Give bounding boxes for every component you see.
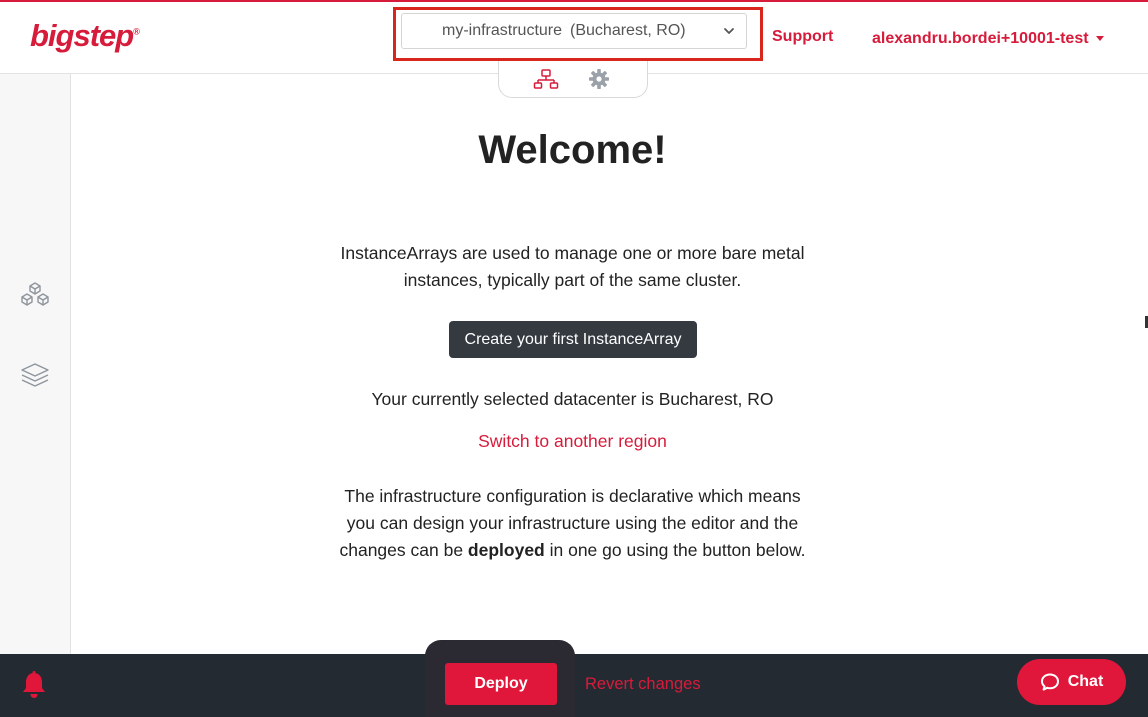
cubes-icon[interactable] bbox=[19, 279, 51, 311]
switch-region-link[interactable]: Switch to another region bbox=[71, 431, 1074, 452]
user-menu[interactable]: alexandru.bordei+10001-test bbox=[872, 30, 1104, 48]
declarative-line-3-post: in one go using the button below. bbox=[544, 540, 806, 560]
chevron-down-icon bbox=[724, 28, 734, 34]
declarative-line-2: you can design your infrastructure using… bbox=[346, 513, 799, 533]
chat-bubble-icon bbox=[1040, 673, 1059, 691]
topology-icon[interactable] bbox=[533, 67, 559, 91]
intro-text: InstanceArrays are used to manage one or… bbox=[71, 240, 1074, 294]
left-sidebar bbox=[0, 74, 71, 654]
intro-line-1: InstanceArrays are used to manage one or… bbox=[340, 243, 805, 263]
infrastructure-select[interactable]: my-infrastructure (Bucharest, RO) bbox=[401, 13, 747, 49]
infrastructure-location: (Bucharest, RO) bbox=[570, 22, 686, 39]
deployed-emphasis: deployed bbox=[467, 540, 545, 560]
chat-button[interactable]: Chat bbox=[1017, 659, 1126, 705]
layers-icon[interactable] bbox=[19, 360, 51, 392]
bell-icon[interactable] bbox=[20, 670, 48, 700]
declarative-line-3-pre: changes can be bbox=[339, 540, 468, 560]
datacenter-text: Your currently selected datacenter is Bu… bbox=[371, 389, 774, 409]
intro-line-2: instances, typically part of the same cl… bbox=[403, 270, 742, 290]
app-window: bigstep® my-infrastructure (Bucharest, R… bbox=[0, 0, 1148, 717]
logo-text: bigstep bbox=[30, 18, 134, 53]
declarative-line-1: The infrastructure configuration is decl… bbox=[344, 486, 801, 506]
declarative-text: The infrastructure configuration is decl… bbox=[71, 483, 1074, 564]
revert-changes-link[interactable]: Revert changes bbox=[585, 675, 701, 694]
bigstep-logo[interactable]: bigstep® bbox=[30, 18, 140, 54]
create-instancearray-button[interactable]: Create your first InstanceArray bbox=[449, 321, 697, 358]
caret-down-icon bbox=[1095, 36, 1104, 42]
logo-registered-mark: ® bbox=[133, 26, 140, 37]
support-link[interactable]: Support bbox=[772, 28, 833, 46]
page-title: Welcome! bbox=[478, 128, 667, 172]
infrastructure-name: my-infrastructure bbox=[442, 22, 563, 39]
user-name: alexandru.bordei+10001-test bbox=[872, 30, 1089, 47]
declarative-line-3: changes can be deployed in one go using … bbox=[71, 537, 1074, 564]
chat-label: Chat bbox=[1067, 673, 1104, 690]
deploy-button[interactable]: Deploy bbox=[445, 663, 557, 705]
gear-icon[interactable] bbox=[586, 67, 612, 91]
view-toggle bbox=[498, 61, 648, 98]
